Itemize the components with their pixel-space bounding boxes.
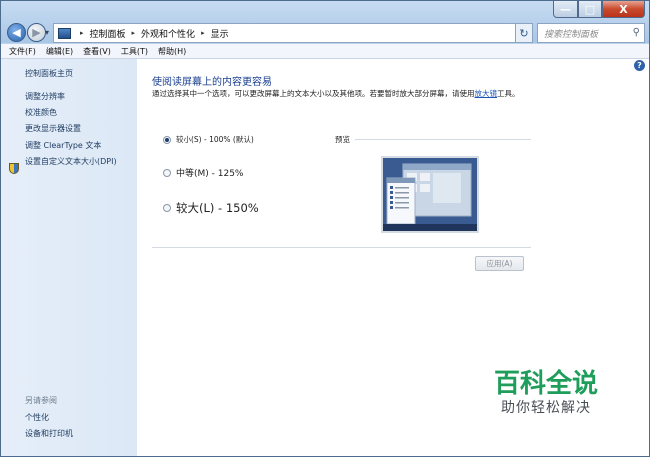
see-also-title: 另请参阅 — [25, 396, 57, 405]
forward-button[interactable]: ▶ — [27, 23, 46, 42]
sidebar-link-calibrate-color[interactable]: 校准颜色 — [25, 107, 57, 118]
option-medium[interactable]: 中等(M) - 125% — [163, 166, 244, 179]
close-button[interactable]: X — [602, 1, 645, 18]
option-larger[interactable]: 较大(L) - 150% — [163, 200, 259, 216]
sidebar-link-cleartype[interactable]: 调整 ClearType 文本 — [25, 140, 101, 151]
breadcrumb-display[interactable]: 显示 — [211, 27, 229, 40]
description-text: 通过选择其中一个选项，可以更改屏幕上的文本大小以及其他项。若要暂时放大部分屏幕，… — [152, 89, 475, 98]
breadcrumb-separator[interactable]: ▸ — [132, 29, 136, 37]
control-panel-window: — □ X ◀ ▶ ▾ ▸ 控制面板 ▸ 外观和个性化 ▸ 显示 ▾ ↻ 搜索控… — [0, 0, 650, 457]
preview-desktop-illustration — [383, 158, 477, 231]
help-icon[interactable]: ? — [634, 60, 645, 71]
refresh-button[interactable]: ↻ — [515, 23, 533, 43]
breadcrumb-separator[interactable]: ▸ — [80, 29, 84, 37]
recent-pages-dropdown[interactable]: ▾ — [45, 28, 49, 37]
option-smaller[interactable]: 较小(S) - 100% (默认) — [163, 134, 254, 145]
back-button[interactable]: ◀ — [7, 23, 26, 42]
preview-divider — [355, 139, 531, 140]
search-input[interactable]: 搜索控制面板 ⚲ — [537, 23, 645, 43]
radio-larger[interactable] — [163, 204, 171, 212]
sidebar-link-custom-dpi[interactable]: 设置自定义文本大小(DPI) — [25, 156, 117, 167]
breadcrumb-appearance[interactable]: 外观和个性化 — [141, 27, 195, 40]
address-bar[interactable]: ▸ 控制面板 ▸ 外观和个性化 ▸ 显示 ▾ — [53, 23, 530, 43]
sidebar-link-display-settings[interactable]: 更改显示器设置 — [25, 123, 81, 134]
radio-medium[interactable] — [163, 168, 171, 177]
page-title: 使阅读屏幕上的内容更容易 — [152, 77, 272, 88]
menu-tools[interactable]: 工具(T) — [121, 46, 148, 57]
sidebar-link-devices-printers[interactable]: 设备和打印机 — [25, 428, 73, 439]
maximize-button[interactable]: □ — [578, 1, 602, 18]
sidebar: 控制面板主页 调整分辨率 校准颜色 更改显示器设置 调整 ClearType 文… — [1, 59, 137, 456]
description-tail: 工具。 — [497, 89, 520, 98]
content-divider — [152, 247, 531, 248]
preview-image — [381, 156, 479, 233]
option-smaller-label[interactable]: 较小(S) - 100% (默认) — [176, 134, 254, 145]
menu-bar: 文件(F) 编辑(E) 查看(V) 工具(T) 帮助(H) — [1, 44, 649, 59]
breadcrumb-control-panel[interactable]: 控制面板 — [90, 27, 126, 40]
option-medium-label[interactable]: 中等(M) - 125% — [176, 166, 244, 179]
watermark: 百科全说 助你轻松解决 — [485, 369, 607, 417]
breadcrumb: ▸ 控制面板 ▸ 外观和个性化 ▸ 显示 — [74, 27, 229, 40]
breadcrumb-separator[interactable]: ▸ — [201, 29, 205, 37]
radio-smaller[interactable] — [163, 135, 171, 144]
search-placeholder: 搜索控制面板 — [544, 29, 599, 40]
minimize-button[interactable]: — — [553, 1, 578, 18]
title-bar: — □ X ◀ ▶ ▾ ▸ 控制面板 ▸ 外观和个性化 ▸ 显示 ▾ ↻ 搜索控… — [1, 1, 649, 43]
watermark-subtitle: 助你轻松解决 — [501, 400, 591, 416]
apply-button[interactable]: 应用(A) — [475, 256, 524, 271]
menu-file[interactable]: 文件(F) — [9, 46, 36, 57]
preview-label: 预览 — [335, 135, 350, 144]
watermark-title: 百科全说 — [493, 369, 598, 399]
page-description: 通过选择其中一个选项，可以更改屏幕上的文本大小以及其他项。若要暂时放大部分屏幕，… — [152, 89, 532, 99]
magnifier-link[interactable]: 放大镜 — [475, 89, 498, 98]
menu-view[interactable]: 查看(V) — [83, 46, 111, 57]
search-icon[interactable]: ⚲ — [633, 27, 640, 38]
sidebar-link-personalization[interactable]: 个性化 — [25, 412, 49, 423]
shield-icon — [9, 163, 19, 174]
window-controls: — □ X — [553, 1, 645, 18]
sidebar-link-control-panel-home[interactable]: 控制面板主页 — [25, 68, 73, 79]
option-larger-label[interactable]: 较大(L) - 150% — [176, 200, 259, 216]
sidebar-link-adjust-resolution[interactable]: 调整分辨率 — [25, 91, 65, 102]
menu-edit[interactable]: 编辑(E) — [46, 46, 73, 57]
control-panel-icon — [58, 27, 71, 39]
menu-help[interactable]: 帮助(H) — [158, 46, 186, 57]
